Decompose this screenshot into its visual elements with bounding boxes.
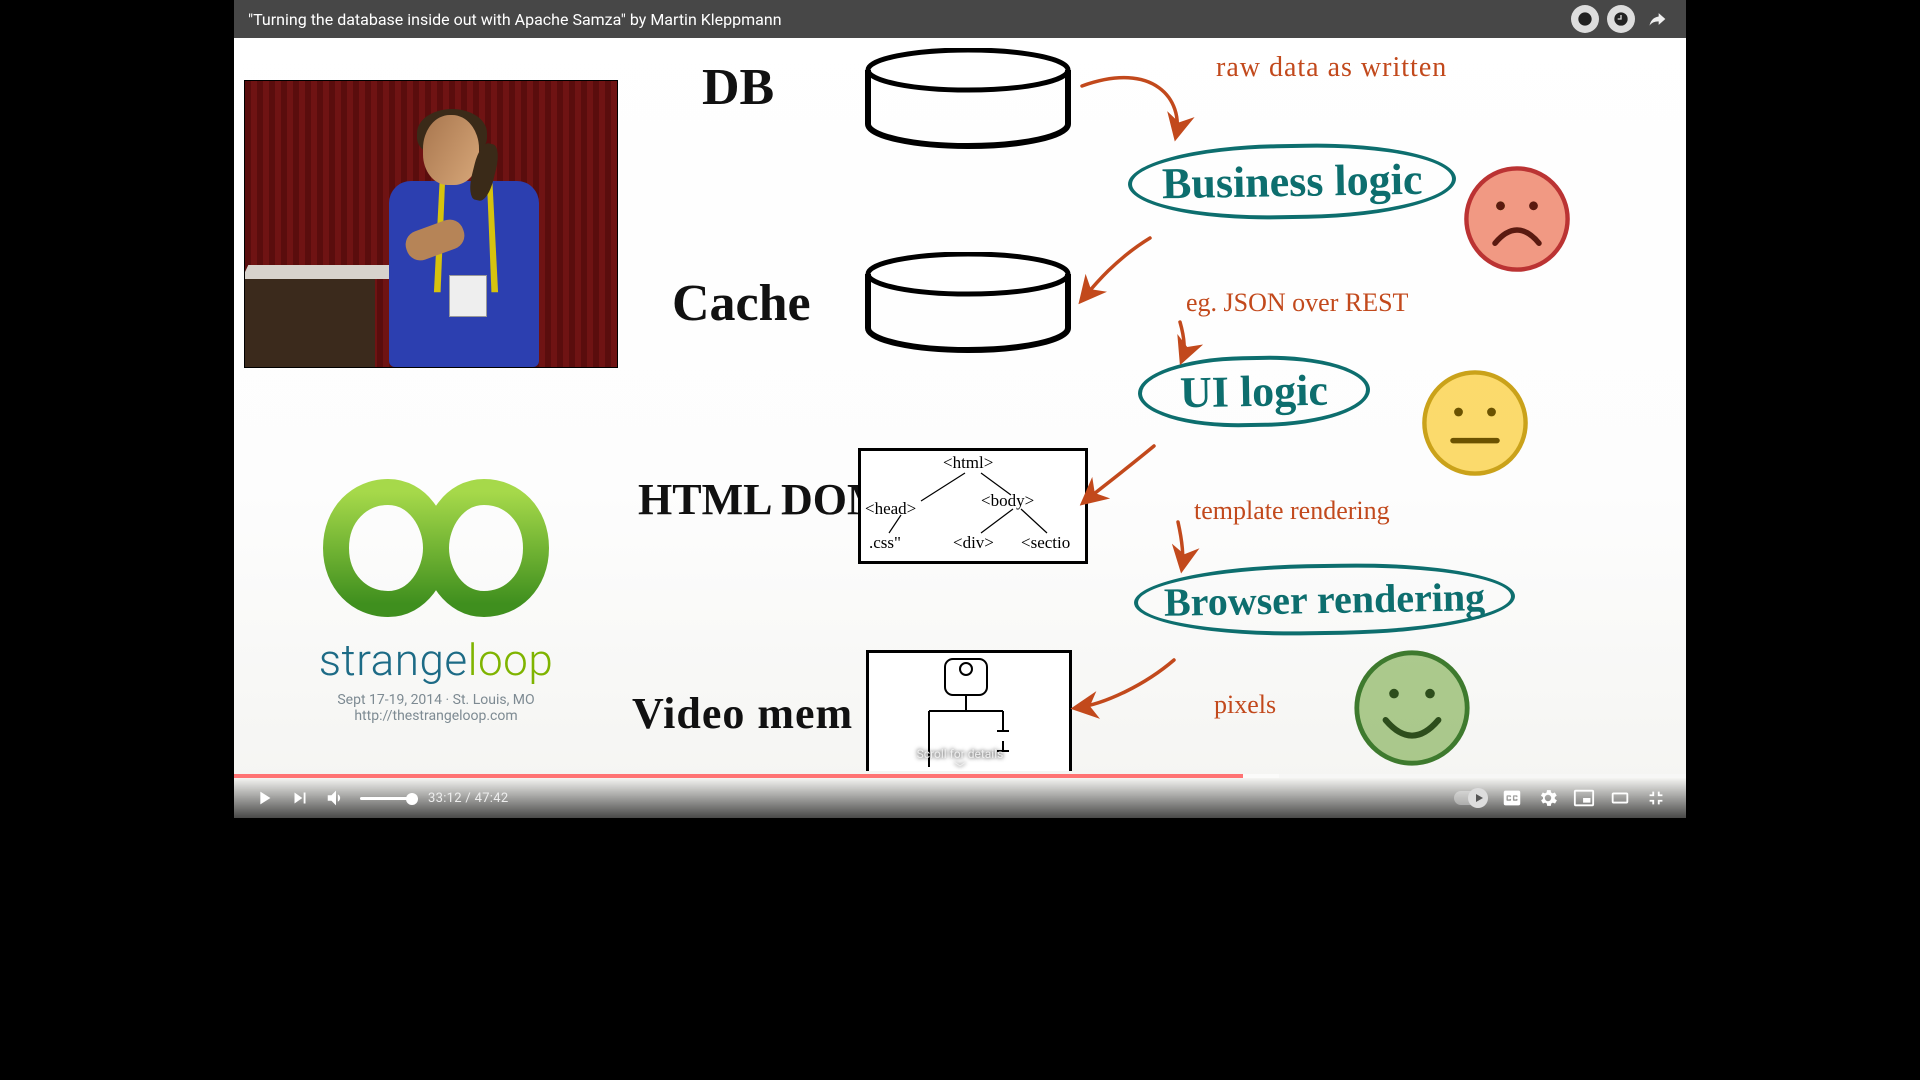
video-title-bar: "Turning the database inside out with Ap… (234, 0, 1686, 38)
mute-button[interactable] (318, 780, 354, 816)
total-duration: 47:42 (475, 791, 509, 806)
volume-slider[interactable] (360, 797, 412, 800)
slide-canvas: strangeloop Sept 17-19, 2014 · St. Louis… (234, 0, 1686, 818)
next-button[interactable] (282, 780, 318, 816)
flow-arrows (234, 0, 1686, 818)
settings-button[interactable] (1530, 780, 1566, 816)
captions-button[interactable] (1494, 780, 1530, 816)
watch-later-icon[interactable] (1606, 4, 1636, 34)
autoplay-toggle[interactable] (1454, 791, 1486, 805)
info-icon[interactable] (1570, 4, 1600, 34)
play-button[interactable] (246, 780, 282, 816)
miniplayer-button[interactable] (1566, 780, 1602, 816)
video-title: "Turning the database inside out with Ap… (248, 10, 782, 29)
current-time: 33:12 (428, 791, 462, 806)
fullscreen-exit-button[interactable] (1638, 780, 1674, 816)
time-display: 33:12 / 47:42 (428, 791, 508, 806)
share-icon[interactable] (1642, 4, 1672, 34)
player-controls: 33:12 / 47:42 (234, 778, 1686, 818)
theater-button[interactable] (1602, 780, 1638, 816)
